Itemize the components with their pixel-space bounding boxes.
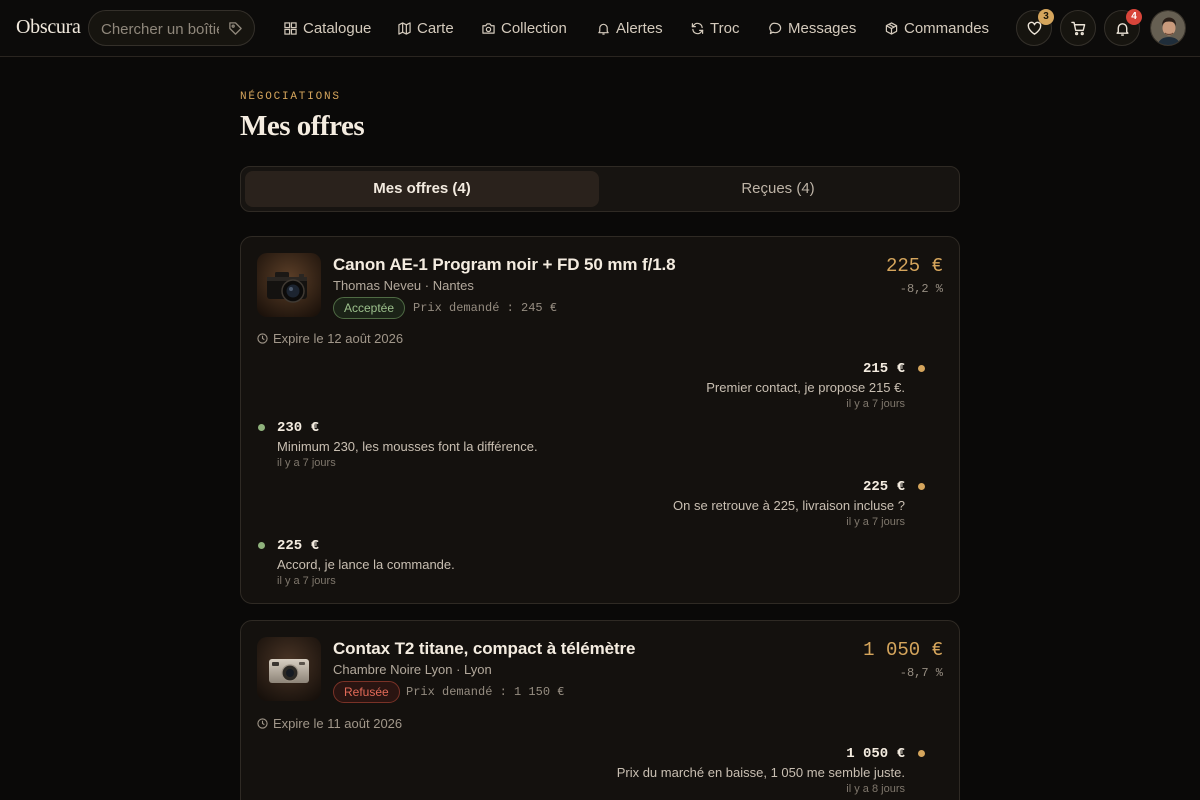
cart-button[interactable] <box>1060 10 1096 46</box>
map-icon <box>398 21 411 35</box>
message-amount: 225 € <box>862 479 905 495</box>
section-eyebrow: NÉGOCIATIONS <box>240 91 341 103</box>
camera-photo <box>257 637 321 701</box>
nav-label: Commandes <box>904 19 990 37</box>
nav-commandes[interactable]: Commandes <box>885 18 989 38</box>
message-text: Premier contact, je propose 215 €. <box>706 380 905 395</box>
nav-carte[interactable]: Carte <box>398 18 454 38</box>
camera-photo <box>257 253 321 317</box>
offer-seller: Thomas Neveu · Nantes <box>333 278 474 293</box>
sent-indicator-dot <box>918 365 925 372</box>
message-text: Accord, je lance la commande. <box>277 557 455 572</box>
status-badge: Acceptée <box>333 297 406 319</box>
clock-icon <box>257 718 268 729</box>
nav-messages[interactable]: Messages <box>769 18 856 38</box>
page-title: Mes offres <box>240 110 365 142</box>
cart-icon <box>1070 21 1085 35</box>
bell-icon <box>1115 22 1129 36</box>
grid-icon <box>284 21 297 35</box>
offer-card[interactable]: Canon AE-1 Program noir + FD 50 mm f/1.8… <box>240 236 960 604</box>
heart-icon <box>1027 21 1041 35</box>
notifications-count-badge: 4 <box>1126 9 1142 25</box>
bell-icon <box>598 23 609 35</box>
offers-tabs: Mes offres (4) Reçues (4) <box>240 166 960 212</box>
expiry-label: Expire le 11 août 2026 <box>273 716 403 731</box>
message-amount: 225 € <box>277 538 320 554</box>
received-indicator-dot <box>258 424 265 431</box>
offer-card[interactable]: Contax T2 titane, compact à télémètre Ch… <box>240 620 960 800</box>
user-avatar[interactable] <box>1150 10 1186 46</box>
nav-label: Carte <box>417 19 454 37</box>
nav-catalogue[interactable]: Catalogue <box>284 18 371 38</box>
product-thumbnail[interactable] <box>257 637 321 701</box>
nav-alertes[interactable]: Alertes <box>597 18 663 38</box>
nav-label: Collection <box>501 19 567 37</box>
negotiation-message: 225 € On se retrouve à 225, livraison in… <box>241 478 941 529</box>
avatar-image <box>1151 11 1185 45</box>
nav-troc[interactable]: Troc <box>691 18 739 38</box>
expiry-label: Expire le 12 août 2026 <box>273 331 404 346</box>
expiry-info: Expire le 11 août 2026 <box>257 716 402 731</box>
received-indicator-dot <box>258 542 265 549</box>
message-text: On se retrouve à 225, livraison incluse … <box>673 498 905 513</box>
message-time: il y a 7 jours <box>846 516 905 528</box>
negotiation-message: 1 050 € Prix du marché en baisse, 1 050 … <box>241 745 941 796</box>
search-box[interactable] <box>88 10 255 46</box>
sent-indicator-dot <box>918 750 925 757</box>
tab-mes-offres[interactable]: Mes offres (4) <box>245 171 599 207</box>
offer-seller: Chambre Noire Lyon · Lyon <box>333 662 492 677</box>
offer-price: 225 € <box>885 255 943 277</box>
wishlist-button[interactable]: 3 <box>1016 9 1054 46</box>
message-amount: 230 € <box>277 420 320 436</box>
chat-bubble-icon <box>769 22 782 34</box>
search-input[interactable] <box>101 20 219 38</box>
negotiation-message: 215 € Premier contact, je propose 215 €.… <box>241 360 941 411</box>
clock-icon <box>257 333 268 344</box>
product-thumbnail[interactable] <box>257 253 321 317</box>
nav-label: Messages <box>788 19 857 37</box>
camera-icon <box>482 22 495 34</box>
notifications-button[interactable]: 4 <box>1104 9 1142 46</box>
offer-price: 1 050 € <box>863 639 943 661</box>
expiry-info: Expire le 12 août 2026 <box>257 331 403 346</box>
message-time: il y a 7 jours <box>277 457 336 469</box>
nav-label: Troc <box>710 19 740 37</box>
asking-price: Prix demandé : 245 € <box>413 301 558 315</box>
package-icon <box>885 21 898 35</box>
asking-price: Prix demandé : 1 150 € <box>406 685 565 699</box>
tab-recues[interactable]: Reçues (4) <box>601 171 955 207</box>
status-badge: Refusée <box>333 681 400 703</box>
message-time: il y a 8 jours <box>846 783 905 795</box>
message-text: Prix du marché en baisse, 1 050 me sembl… <box>616 765 905 780</box>
message-text: Minimum 230, les mousses font la différe… <box>277 439 538 454</box>
offer-title[interactable]: Contax T2 titane, compact à télémètre <box>333 639 636 659</box>
top-bar: Obscura Catalogue Carte Collection Alert… <box>0 0 1200 57</box>
offer-title[interactable]: Canon AE-1 Program noir + FD 50 mm f/1.8 <box>333 255 676 275</box>
price-delta: -8,7 % <box>899 666 943 680</box>
app-logo[interactable]: Obscura <box>16 16 81 39</box>
message-time: il y a 7 jours <box>846 398 905 410</box>
nav-label: Alertes <box>616 19 663 37</box>
price-delta: -8,2 % <box>899 282 943 296</box>
tag-icon[interactable] <box>228 21 243 36</box>
negotiation-message: 230 € Minimum 230, les mousses font la d… <box>258 419 977 470</box>
message-time: il y a 7 jours <box>277 575 336 587</box>
nav-label: Catalogue <box>303 19 372 37</box>
sent-indicator-dot <box>918 483 925 490</box>
message-amount: 215 € <box>862 361 905 377</box>
negotiation-message: 225 € Accord, je lance la commande. il y… <box>258 537 977 588</box>
message-amount: 1 050 € <box>846 746 905 762</box>
nav-collection[interactable]: Collection <box>482 18 567 38</box>
wishlist-count-badge: 3 <box>1038 9 1054 25</box>
refresh-icon <box>691 22 704 34</box>
